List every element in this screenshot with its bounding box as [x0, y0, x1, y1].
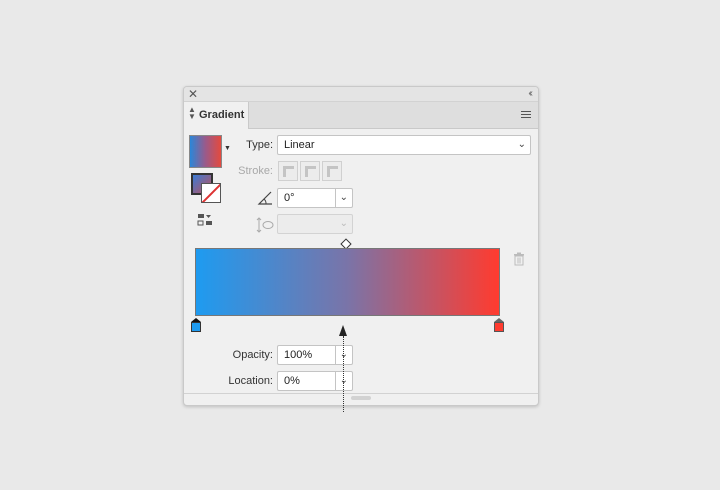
- double-chevron-left-icon[interactable]: ‹‹: [528, 87, 532, 101]
- opacity-field[interactable]: 100% ⌄: [277, 345, 353, 365]
- opacity-value: 100%: [284, 349, 313, 361]
- stroke-along-button[interactable]: [300, 161, 320, 181]
- stroke-across-button[interactable]: [322, 161, 342, 181]
- chevron-down-icon[interactable]: ⌄: [340, 192, 348, 203]
- annotation-arrow-line: [343, 336, 344, 412]
- aspect-ratio-field: ⌄: [277, 214, 353, 234]
- type-label: Type:: [246, 139, 273, 151]
- tab-label: Gradient: [199, 109, 245, 121]
- gradient-slider-ramp[interactable]: [195, 248, 500, 316]
- gradient-stop-left[interactable]: [191, 318, 201, 332]
- tab-expand-icon[interactable]: ▲ ▼: [188, 106, 196, 121]
- location-label: Location:: [228, 375, 273, 387]
- annotation-arrow-head: [339, 325, 347, 336]
- gradient-panel: ✕ ‹‹ ▲ ▼ Gradient ▼ Type: Linear ⌄ Stroke…: [183, 86, 539, 406]
- chevron-down-icon: ⌄: [517, 139, 526, 150]
- aspect-ratio-icon: [256, 217, 274, 233]
- stroke-within-button[interactable]: [278, 161, 298, 181]
- angle-field[interactable]: 0° ⌄: [277, 188, 353, 208]
- field-divider: [335, 372, 336, 390]
- location-value: 0%: [284, 375, 300, 387]
- stroke-label: Stroke:: [238, 165, 273, 177]
- field-divider: [335, 346, 336, 364]
- stop-color-box: [191, 322, 201, 332]
- panel-titlebar: ✕ ‹‹: [184, 87, 538, 102]
- type-select[interactable]: Linear ⌄: [277, 135, 531, 155]
- panel-menu-icon[interactable]: [521, 111, 531, 120]
- close-icon[interactable]: ✕: [188, 87, 198, 101]
- stroke-swatch[interactable]: [201, 183, 221, 203]
- trash-icon[interactable]: [513, 252, 525, 266]
- field-divider: [335, 189, 336, 207]
- angle-icon: [257, 191, 272, 205]
- panel-footer-divider: [184, 393, 538, 394]
- stop-color-box: [494, 322, 504, 332]
- chevron-down-icon: ⌄: [339, 218, 348, 229]
- tab-gradient[interactable]: ▲ ▼ Gradient: [184, 102, 249, 129]
- opacity-label: Opacity:: [232, 349, 273, 361]
- panel-resize-grip[interactable]: [351, 396, 371, 400]
- reverse-gradient-icon[interactable]: [197, 213, 213, 227]
- gradient-stop-right[interactable]: [494, 318, 504, 332]
- angle-value: 0°: [284, 192, 295, 204]
- location-field[interactable]: 0% ⌄: [277, 371, 353, 391]
- gradient-swatch[interactable]: [189, 135, 222, 168]
- swatch-dropdown-icon[interactable]: ▼: [224, 145, 231, 152]
- type-value: Linear: [284, 139, 315, 151]
- panel-tabbar: ▲ ▼ Gradient: [184, 102, 538, 129]
